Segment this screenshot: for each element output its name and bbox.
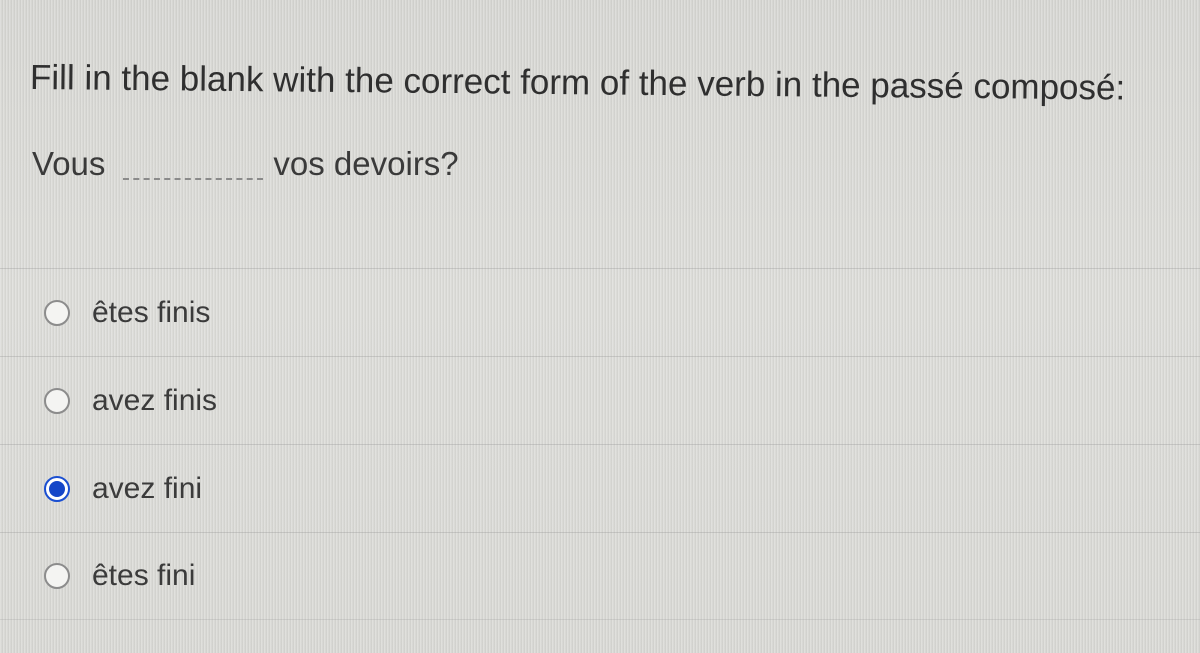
radio-button[interactable]	[44, 299, 70, 326]
sentence-end: vos devoirs?	[273, 145, 459, 182]
option-etes-finis[interactable]: êtes finis	[0, 268, 1200, 356]
answer-blank	[123, 176, 264, 180]
radio-button[interactable]	[44, 387, 70, 414]
question-prompt: Fill in the blank with the correct form …	[29, 58, 1126, 108]
question-sentence: Vous vos devoirs?	[32, 140, 459, 184]
option-etes-fini[interactable]: êtes fini	[0, 532, 1200, 620]
option-label[interactable]: êtes finis	[92, 295, 210, 331]
option-label[interactable]: êtes fini	[92, 558, 195, 594]
radio-button[interactable]	[44, 475, 70, 502]
option-label[interactable]: avez fini	[92, 471, 202, 507]
answer-options: êtes finis avez finis avez fini êtes fin…	[0, 268, 1200, 620]
option-label[interactable]: avez finis	[92, 383, 217, 419]
radio-button[interactable]	[44, 563, 70, 589]
option-avez-finis[interactable]: avez finis	[0, 356, 1200, 444]
sentence-start: Vous	[32, 145, 106, 182]
option-avez-fini[interactable]: avez fini	[0, 444, 1200, 532]
